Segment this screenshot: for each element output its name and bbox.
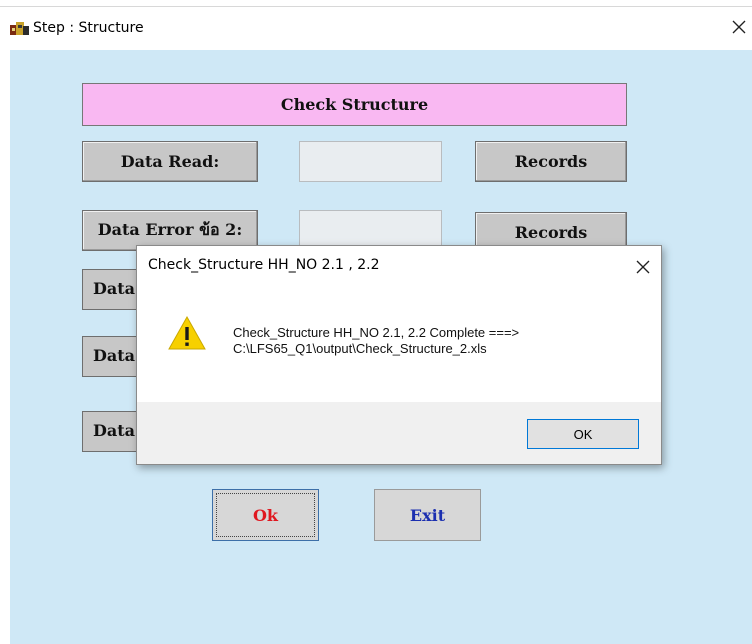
app-icon xyxy=(10,22,29,35)
data-read-label[interactable]: Data Read: xyxy=(82,141,258,182)
warning-icon xyxy=(168,315,206,350)
dialog-title: Check_Structure HH_NO 2.1 , 2.2 xyxy=(148,257,380,273)
app-window: Step : Structure Check Structure Data Re… xyxy=(0,0,752,644)
message-dialog: Check_Structure HH_NO 2.1 , 2.2 Check_St… xyxy=(136,245,662,465)
window-close-icon[interactable] xyxy=(728,16,750,38)
data-read-records-label[interactable]: Records xyxy=(475,141,627,182)
dialog-ok-button[interactable]: OK xyxy=(527,419,639,449)
exit-button[interactable]: Exit xyxy=(374,489,481,541)
data-read-count-field[interactable] xyxy=(299,141,442,182)
dialog-close-icon[interactable] xyxy=(634,258,652,276)
data-row-5-label[interactable]: Data xyxy=(82,411,138,452)
data-row-3-label[interactable]: Data xyxy=(82,269,138,310)
ok-button[interactable]: Ok xyxy=(212,489,319,541)
data-row-4-label[interactable]: Data xyxy=(82,336,138,377)
dialog-footer: OK xyxy=(137,402,661,464)
ok-button-label: Ok xyxy=(252,505,279,525)
dialog-message: Check_Structure HH_NO 2.1, 2.2 Complete … xyxy=(233,325,519,357)
check-structure-header[interactable]: Check Structure xyxy=(82,83,627,126)
dialog-message-line-1: Check_Structure HH_NO 2.1, 2.2 Complete … xyxy=(233,325,520,340)
title-bar: Step : Structure xyxy=(0,6,752,50)
window-title: Step : Structure xyxy=(33,20,144,36)
dialog-message-line-2: C:\LFS65_Q1\output\Check_Structure_2.xls xyxy=(233,341,487,356)
